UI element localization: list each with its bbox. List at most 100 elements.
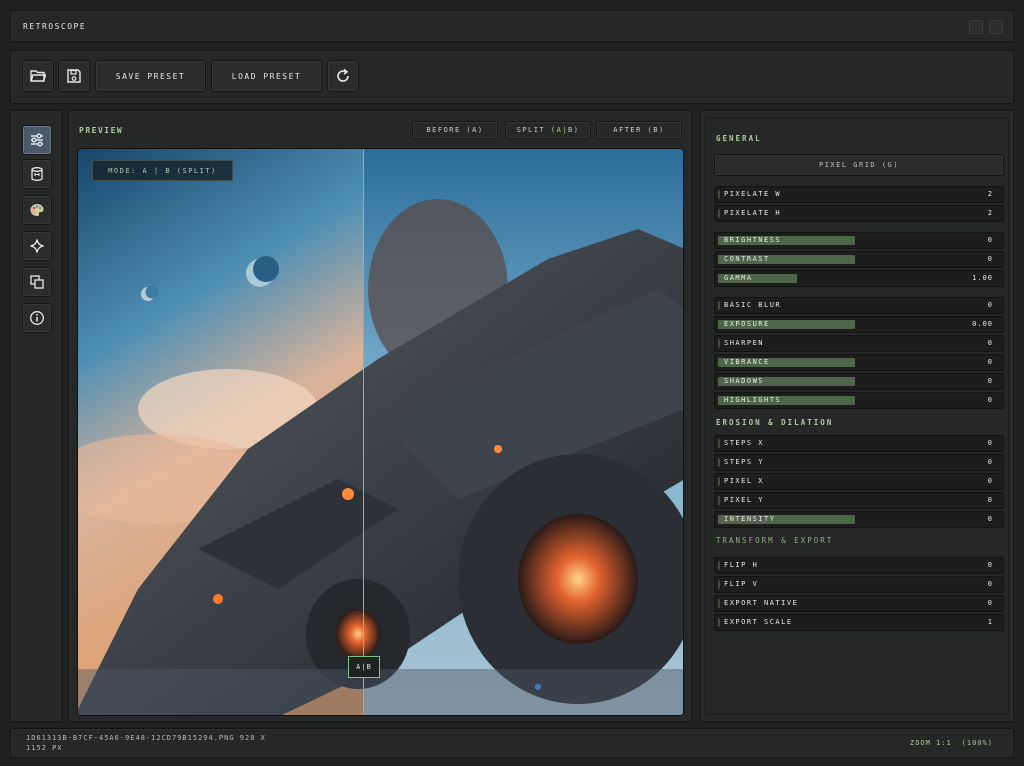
save-preset-button[interactable]: SAVE PRESET xyxy=(95,60,206,92)
settings-inner: GENERAL PIXEL GRID (G) EROSION & DILATIO… xyxy=(705,117,1009,715)
slider-highlights[interactable]: HIGHLIGHTS 0 xyxy=(714,392,1004,409)
slider-value: 0 xyxy=(987,236,993,244)
slider-export-native[interactable]: EXPORT NATIVE 0 xyxy=(714,595,1004,612)
slider-value: 0.00 xyxy=(972,320,993,328)
slider-value: 0 xyxy=(987,255,993,263)
split-button[interactable]: SPLIT (A|B) xyxy=(505,121,591,139)
minimize-button[interactable] xyxy=(969,20,983,34)
slider-fill xyxy=(718,496,720,505)
slider-steps-y[interactable]: STEPS Y 0 xyxy=(714,454,1004,471)
open-folder-button[interactable] xyxy=(22,60,54,92)
preview-image xyxy=(78,149,683,715)
slider-pixel-y[interactable]: PIXEL Y 0 xyxy=(714,492,1004,509)
slider-label: PIXEL Y xyxy=(724,496,765,504)
section-title-erosion: EROSION & DILATION xyxy=(716,418,834,427)
info-icon xyxy=(30,311,44,325)
slider-value: 0 xyxy=(987,458,993,466)
status-filename: 1D61313B-B7CF-45A6-9E48-12CD79B15294.PNG… xyxy=(26,734,266,742)
slider-label: FLIP H xyxy=(724,561,759,569)
save-button[interactable] xyxy=(58,60,90,92)
slider-intensity[interactable]: INTENSITY 0 xyxy=(714,511,1004,528)
tool-rail xyxy=(10,110,62,722)
slider-label: CONTRAST xyxy=(724,255,770,263)
slider-label: PIXELATE W xyxy=(724,190,782,198)
slider-pixel-x[interactable]: PIXEL X 0 xyxy=(714,473,1004,490)
preview-label: PREVIEW xyxy=(79,126,124,135)
slider-value: 0 xyxy=(987,496,993,504)
slider-steps-x[interactable]: STEPS X 0 xyxy=(714,435,1004,452)
slider-fill xyxy=(718,561,720,570)
slider-shadows[interactable]: SHADOWS 0 xyxy=(714,373,1004,390)
toolbar: SAVE PRESET LOAD PRESET xyxy=(10,50,1014,104)
status-file-info: 1D61313B-B7CF-45A6-9E48-12CD79B15294.PNG… xyxy=(26,733,316,753)
slider-sharpen[interactable]: SHARPEN 0 xyxy=(714,335,1004,352)
rail-item-copy[interactable] xyxy=(22,267,52,297)
slider-fill xyxy=(718,477,720,486)
pixel-grid-button[interactable]: PIXEL GRID (G) xyxy=(714,154,1004,176)
app-title: RETROSCOPE xyxy=(23,22,87,31)
slider-value: 0 xyxy=(987,396,993,404)
slider-value: 0 xyxy=(987,477,993,485)
slider-label: SHARPEN xyxy=(724,339,765,347)
slider-label: INTENSITY xyxy=(724,515,776,523)
slider-fill xyxy=(718,339,720,348)
zoom-percent: (100%) xyxy=(961,739,993,747)
slider-flip-v[interactable]: FLIP V 0 xyxy=(714,576,1004,593)
slider-flip-h[interactable]: FLIP H 0 xyxy=(714,557,1004,574)
slider-pixelate-h[interactable]: PIXELATE H 2 xyxy=(714,205,1004,222)
split-handle[interactable]: A|B xyxy=(348,656,380,678)
rail-item-layers[interactable] xyxy=(22,159,52,189)
slider-gamma[interactable]: GAMMA 1.00 xyxy=(714,270,1004,287)
rail-item-adjustments[interactable] xyxy=(22,125,52,155)
zoom-ratio: ZOOM 1:1 xyxy=(909,739,952,747)
slider-value: 1 xyxy=(987,618,993,626)
slider-basic-blur[interactable]: BASIC BLUR 0 xyxy=(714,297,1004,314)
slider-fill xyxy=(718,599,720,608)
slider-contrast[interactable]: CONTRAST 0 xyxy=(714,251,1004,268)
reset-button[interactable] xyxy=(327,60,359,92)
slider-label: SHADOWS xyxy=(724,377,765,385)
slider-label: PIXELATE H xyxy=(724,209,782,217)
slider-vibrance[interactable]: VIBRANCE 0 xyxy=(714,354,1004,371)
slider-value: 0 xyxy=(987,377,993,385)
mode-badge: MODE: A | B (SPLIT) xyxy=(92,160,233,181)
slider-value: 2 xyxy=(987,190,993,198)
slider-fill xyxy=(718,439,720,448)
split-divider-line[interactable] xyxy=(363,149,364,715)
slider-value: 1.00 xyxy=(972,274,993,282)
sliders-icon xyxy=(31,133,43,147)
slider-exposure[interactable]: EXPOSURE 0.00 xyxy=(714,316,1004,333)
rail-item-info[interactable] xyxy=(22,303,52,333)
after-button[interactable]: AFTER (B) xyxy=(596,121,682,139)
slider-value: 0 xyxy=(987,301,993,309)
title-bar: RETROSCOPE xyxy=(10,10,1014,42)
slider-export-scale[interactable]: EXPORT SCALE 1 xyxy=(714,614,1004,631)
floppy-disk-icon xyxy=(67,69,81,83)
slider-value: 0 xyxy=(987,339,993,347)
slider-fill xyxy=(718,301,720,310)
slider-label: EXPORT NATIVE xyxy=(724,599,799,607)
slider-label: PIXEL X xyxy=(724,477,765,485)
status-bar: 1D61313B-B7CF-45A6-9E48-12CD79B15294.PNG… xyxy=(10,728,1014,758)
slider-value: 0 xyxy=(987,439,993,447)
slider-label: STEPS X xyxy=(724,439,765,447)
sparkle-icon xyxy=(30,239,44,253)
slider-fill xyxy=(718,580,720,589)
before-button[interactable]: BEFORE (A) xyxy=(412,121,498,139)
preview-panel: PREVIEW BEFORE (A) SPLIT (A|B) AFTER (B) xyxy=(68,110,692,722)
slider-value: 0 xyxy=(987,358,993,366)
folder-open-icon xyxy=(30,70,46,82)
slider-pixelate-w[interactable]: PIXELATE W 2 xyxy=(714,186,1004,203)
slider-value: 0 xyxy=(987,515,993,523)
section-title-general: GENERAL xyxy=(716,134,762,143)
slider-brightness[interactable]: BRIGHTNESS 0 xyxy=(714,232,1004,249)
slider-label: EXPOSURE xyxy=(724,320,770,328)
preview-canvas[interactable]: MODE: A | B (SPLIT) A|B xyxy=(77,148,684,716)
status-zoom: ZOOM 1:1 (100%) xyxy=(910,739,993,747)
rail-item-palette[interactable] xyxy=(22,195,52,225)
close-button[interactable] xyxy=(989,20,1003,34)
slider-value: 0 xyxy=(987,561,993,569)
load-preset-button[interactable]: LOAD PRESET xyxy=(211,60,322,92)
status-dimensions: 1152 PX xyxy=(26,744,63,752)
rail-item-effects[interactable] xyxy=(22,231,52,261)
